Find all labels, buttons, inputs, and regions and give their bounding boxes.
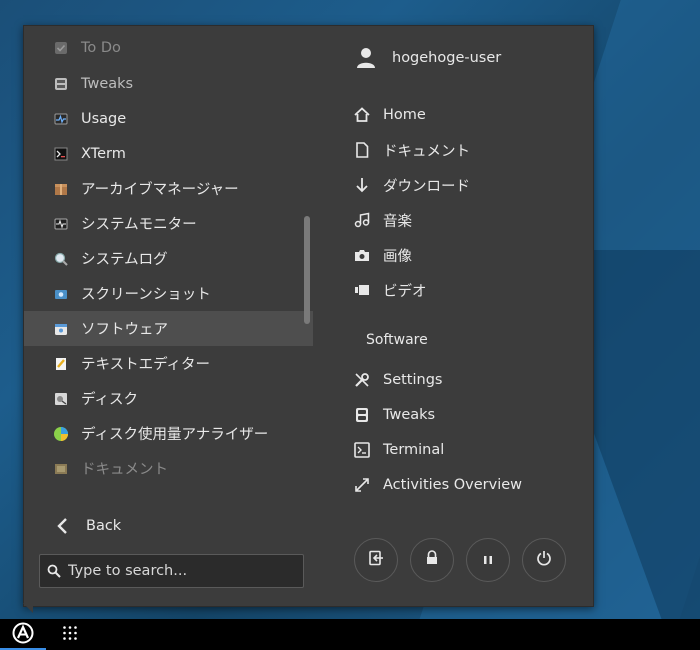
app-item-disk-usage-analyzer[interactable]: ディスク使用量アナライザー xyxy=(24,416,313,451)
activities-overview-icon xyxy=(353,476,371,494)
app-list-scrollbar[interactable] xyxy=(304,216,310,324)
lock-button[interactable] xyxy=(410,538,454,582)
place-label: 音楽 xyxy=(383,213,412,230)
app-item-tweaks[interactable]: Tweaks xyxy=(24,66,313,101)
shortcut-tweaks[interactable]: Tweaks xyxy=(353,400,435,430)
app-item-label: ソフトウェア xyxy=(81,322,168,338)
app-item-usage[interactable]: Usage xyxy=(24,101,313,136)
app-item-screenshot[interactable]: スクリーンショット xyxy=(24,276,313,311)
app-item-todo[interactable]: To Do xyxy=(24,31,313,65)
app-item-label: Tweaks xyxy=(81,75,134,92)
usage-icon xyxy=(53,111,69,127)
app-item-label: アーカイブマネージャー xyxy=(81,182,239,198)
suspend-icon xyxy=(483,551,493,570)
documents-icon xyxy=(53,461,69,477)
document-icon xyxy=(353,141,371,159)
place-label: 画像 xyxy=(383,248,412,265)
screenshot-icon xyxy=(53,286,69,302)
user-account[interactable]: hogehoge-user xyxy=(354,46,501,70)
logout-icon xyxy=(368,550,384,570)
back-button[interactable]: Back xyxy=(56,511,121,541)
disk-usage-analyzer-icon xyxy=(53,426,69,442)
app-item-text-editor[interactable]: テキストエディター xyxy=(24,346,313,381)
text-editor-icon xyxy=(53,356,69,372)
place-label: ドキュメント xyxy=(383,143,470,160)
app-item-label: システムモニター xyxy=(81,217,197,233)
shortcut-terminal[interactable]: Terminal xyxy=(353,435,444,465)
arc-menu-icon xyxy=(12,622,34,648)
home-icon xyxy=(353,106,371,124)
app-item-label: To Do xyxy=(81,40,121,56)
app-item-documents[interactable]: ドキュメント xyxy=(24,451,313,486)
app-item-label: Usage xyxy=(81,110,127,127)
app-item-software[interactable]: ソフトウェア xyxy=(24,311,313,346)
arc-menu-button[interactable] xyxy=(0,619,46,650)
settings-icon xyxy=(353,371,371,389)
app-item-disks[interactable]: ディスク xyxy=(24,381,313,416)
suspend-button[interactable] xyxy=(466,538,510,582)
app-item-label: ディスク使用量アナライザー xyxy=(81,427,269,443)
place-documents[interactable]: ドキュメント xyxy=(353,135,470,165)
app-item-xterm[interactable]: XTerm xyxy=(24,136,313,171)
shortcut-settings[interactable]: Settings xyxy=(353,365,442,395)
back-label: Back xyxy=(86,518,122,534)
place-music[interactable]: 音楽 xyxy=(353,205,412,235)
shortcut-label: Activities Overview xyxy=(383,477,523,493)
tweaks-icon xyxy=(353,406,371,424)
user-name: hogehoge-user xyxy=(392,50,502,66)
system-monitor-icon xyxy=(53,216,69,232)
search-icon xyxy=(46,563,62,579)
app-grid-icon xyxy=(62,625,78,645)
software-section-title: Software xyxy=(366,332,428,348)
show-applications-button[interactable] xyxy=(56,619,84,650)
disks-icon xyxy=(53,391,69,407)
archive-manager-icon xyxy=(53,181,69,197)
app-item-label: テキストエディター xyxy=(81,357,211,373)
app-item-label: システムログ xyxy=(81,252,168,268)
todo-icon xyxy=(53,40,69,56)
app-item-archive-manager[interactable]: アーカイブマネージャー xyxy=(24,171,313,206)
shortcut-label: Tweaks xyxy=(383,407,436,423)
power-icon xyxy=(536,550,552,570)
app-item-label: ドキュメント xyxy=(81,462,168,478)
place-label: ビデオ xyxy=(383,283,427,300)
place-label: Home xyxy=(383,107,426,123)
logout-button[interactable] xyxy=(354,538,398,582)
user-icon xyxy=(354,46,378,70)
chevron-left-icon xyxy=(56,516,72,536)
place-videos[interactable]: ビデオ xyxy=(353,275,427,305)
tweaks-icon xyxy=(53,76,69,92)
terminal-icon xyxy=(353,441,371,459)
app-item-label: スクリーンショット xyxy=(81,287,211,303)
app-item-label: XTerm xyxy=(81,145,126,162)
application-menu: To Do Tweaks Usage XTerm アーカイブマネージャー システ… xyxy=(23,25,594,607)
place-downloads[interactable]: ダウンロード xyxy=(353,170,470,200)
place-pictures[interactable]: 画像 xyxy=(353,240,412,270)
download-icon xyxy=(353,176,371,194)
system-log-icon xyxy=(53,251,69,267)
app-item-label: ディスク xyxy=(81,392,138,408)
search-box[interactable] xyxy=(39,554,304,588)
power-off-button[interactable] xyxy=(522,538,566,582)
shortcut-label: Terminal xyxy=(383,442,445,458)
shortcut-label: Settings xyxy=(383,372,443,388)
app-list: To Do Tweaks Usage XTerm アーカイブマネージャー システ… xyxy=(24,26,314,496)
xterm-icon xyxy=(53,146,69,162)
app-item-system-log[interactable]: システムログ xyxy=(24,241,313,276)
lock-icon xyxy=(425,550,439,570)
music-icon xyxy=(353,211,371,229)
session-buttons xyxy=(354,538,566,582)
place-home[interactable]: Home xyxy=(353,100,426,130)
video-icon xyxy=(353,281,371,299)
software-icon xyxy=(53,321,69,337)
app-item-system-monitor[interactable]: システムモニター xyxy=(24,206,313,241)
search-input[interactable] xyxy=(68,563,288,579)
camera-icon xyxy=(353,246,371,264)
taskbar xyxy=(0,619,700,650)
place-label: ダウンロード xyxy=(383,178,470,195)
menu-pointer xyxy=(23,603,33,613)
shortcut-activities-overview[interactable]: Activities Overview xyxy=(353,470,522,500)
